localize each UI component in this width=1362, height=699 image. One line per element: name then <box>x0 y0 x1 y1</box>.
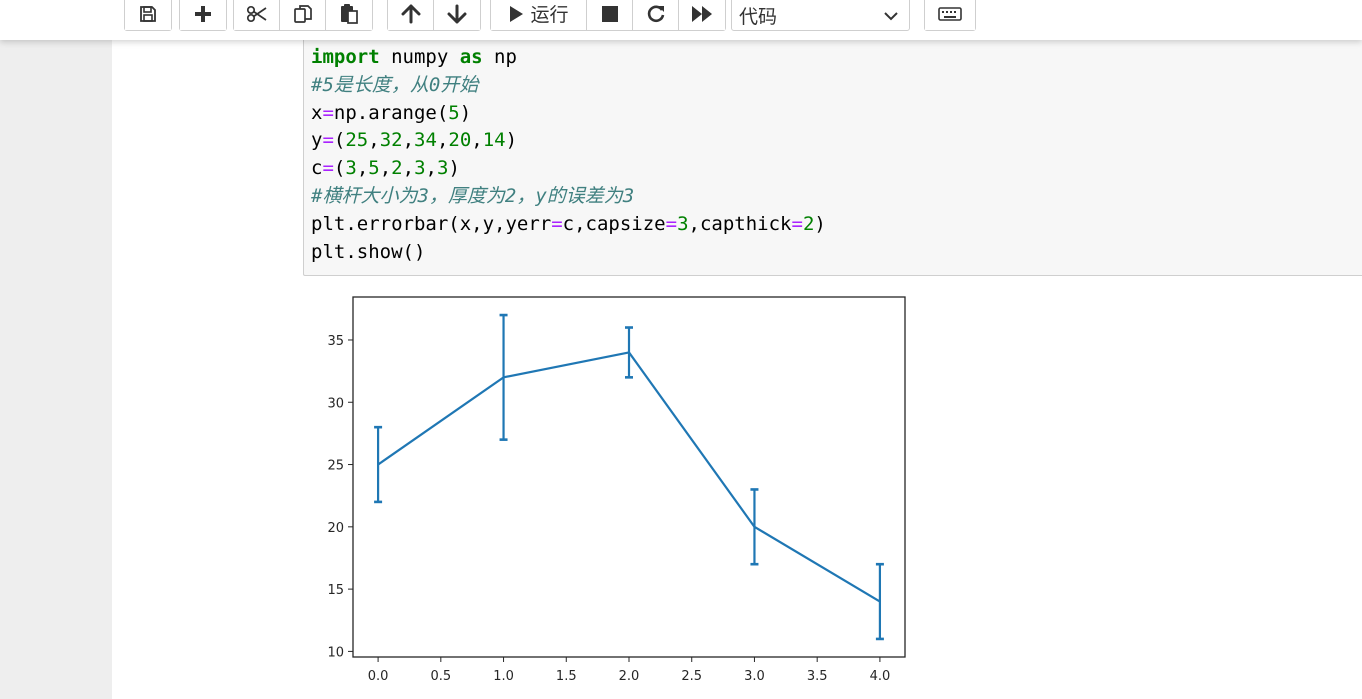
restart-icon <box>647 5 664 22</box>
run-button[interactable]: 运行 <box>491 0 587 30</box>
cell-output: 0.0 0.5 1.0 1.5 2.0 2.5 3.0 3.5 4.0 10 15 20 25 30 35 <box>310 286 920 699</box>
code-line: import numpy as np <box>311 46 517 68</box>
move-group <box>387 0 481 31</box>
scissors-icon <box>246 5 266 22</box>
code-token: as <box>459 46 483 68</box>
save-group <box>124 0 172 31</box>
paste-icon <box>341 3 358 24</box>
move-down-button[interactable] <box>434 0 480 30</box>
cell-type-select[interactable]: 代码 <box>731 0 910 31</box>
keyboard-icon <box>938 6 962 21</box>
copy-icon <box>293 4 312 23</box>
y-tick-label: 20 <box>327 521 344 536</box>
edit-group <box>233 0 373 31</box>
x-tick-label: 4.0 <box>870 669 891 684</box>
interrupt-button[interactable] <box>587 0 633 30</box>
fast-forward-icon <box>692 5 712 22</box>
x-tick-label: 2.5 <box>681 669 702 684</box>
restart-button[interactable] <box>633 0 679 30</box>
run-group: 运行 <box>490 0 726 31</box>
stop-icon <box>601 5 618 22</box>
code-line: c=(3,5,2,3,3) <box>311 157 460 180</box>
move-up-button[interactable] <box>388 0 434 30</box>
code-line: plt.errorbar(x,y,yerr=c,capsize=3,capthi… <box>311 212 826 235</box>
insert-cell-button[interactable] <box>180 0 226 30</box>
y-tick-label: 10 <box>327 645 344 660</box>
x-tick-label: 3.0 <box>744 669 765 684</box>
arrow-down-icon <box>447 4 467 23</box>
code-line: #5是长度，从0开始 <box>311 73 479 96</box>
y-tick-label: 30 <box>327 396 344 411</box>
cell-type-value: 代码 <box>739 6 778 28</box>
code-line: y=(25,32,34,20,14) <box>311 129 518 152</box>
code-cell-input[interactable]: import numpy as np #5是长度，从0开始 x=np.arange(… <box>303 40 1362 276</box>
y-tick-label: 25 <box>327 459 344 474</box>
x-tick-label: 1.0 <box>493 669 514 684</box>
x-tick-label: 2.0 <box>619 669 640 684</box>
x-tick-label: 3.5 <box>807 669 828 684</box>
save-icon <box>140 5 156 22</box>
paste-button[interactable] <box>326 0 372 30</box>
cut-button[interactable] <box>234 0 280 30</box>
copy-button[interactable] <box>280 0 326 30</box>
insert-group <box>179 0 227 31</box>
code-line: x=np.arange(5) <box>311 101 472 124</box>
x-tick-label: 0.0 <box>368 669 389 684</box>
play-icon <box>510 5 524 22</box>
y-tick-label: 35 <box>327 334 344 349</box>
keyboard-shortcuts-button[interactable] <box>925 0 975 30</box>
keyboard-group <box>924 0 976 31</box>
code-token: import <box>311 46 380 68</box>
errorbar-plot: 0.0 0.5 1.0 1.5 2.0 2.5 3.0 3.5 4.0 10 15 20 25 30 35 <box>327 296 906 684</box>
x-tick-label: 0.5 <box>430 669 451 684</box>
chevron-down-icon <box>884 11 898 20</box>
code-line: #横杆大小为3，厚度为2，y的误差为3 <box>311 184 635 207</box>
y-tick-label: 15 <box>327 583 344 598</box>
x-tick-label: 1.5 <box>556 669 577 684</box>
run-all-button[interactable] <box>679 0 725 30</box>
plus-icon <box>195 5 211 22</box>
notebook-toolbar: 运行 代码 <box>0 0 1362 40</box>
arrow-up-icon <box>401 4 420 23</box>
save-button[interactable] <box>125 0 171 30</box>
code-line: plt.show() <box>311 240 426 263</box>
run-label: 运行 <box>530 4 569 26</box>
